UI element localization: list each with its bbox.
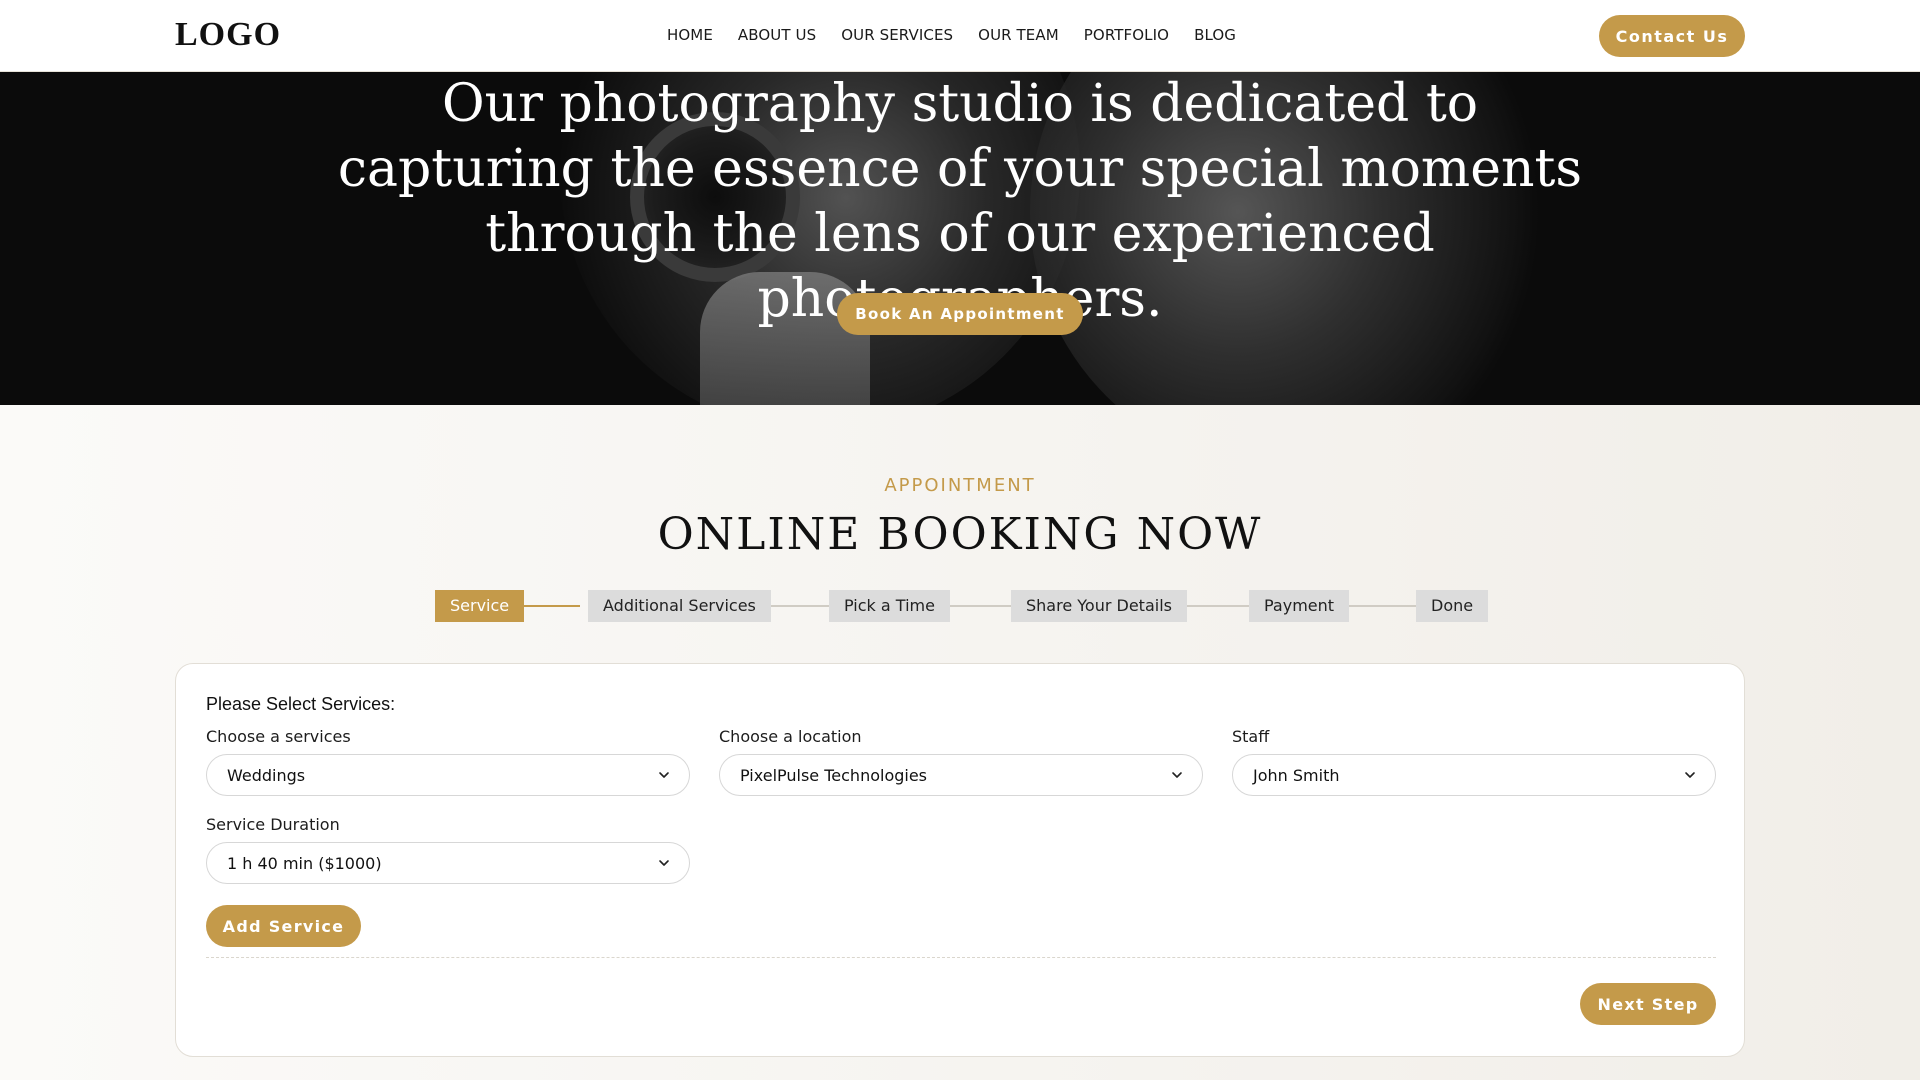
step-share-your-details[interactable]: Share Your Details (1011, 590, 1187, 622)
booking-steps: Service Additional Services Pick a Time … (435, 590, 1489, 622)
book-appointment-button[interactable]: Book An Appointment (837, 293, 1083, 335)
staff-select[interactable]: John Smith (1232, 754, 1716, 796)
step-connector (1344, 605, 1416, 607)
chevron-down-icon (1685, 772, 1695, 778)
location-select-value: PixelPulse Technologies (740, 766, 928, 785)
booking-section: APPOINTMENT ONLINE BOOKING NOW Service A… (0, 405, 1920, 1080)
form-heading: Please Select Services: (206, 694, 396, 714)
service-select-value: Weddings (227, 766, 306, 785)
duration-select-value: 1 h 40 min ($1000) (227, 854, 382, 873)
nav-our-services[interactable]: OUR SERVICES (841, 26, 953, 44)
location-label: Choose a location (719, 727, 862, 746)
staff-label: Staff (1232, 727, 1270, 746)
main-nav: HOME ABOUT US OUR SERVICES OUR TEAM PORT… (667, 26, 1236, 44)
chevron-down-icon (1172, 772, 1182, 778)
location-select[interactable]: PixelPulse Technologies (719, 754, 1203, 796)
nav-our-team[interactable]: OUR TEAM (978, 26, 1059, 44)
logo[interactable]: LOGO (175, 16, 281, 54)
chevron-down-icon (659, 772, 669, 778)
step-connector (1179, 605, 1251, 607)
nav-blog[interactable]: BLOG (1194, 26, 1236, 44)
next-step-button[interactable]: Next Step (1580, 983, 1716, 1025)
step-connector (518, 605, 580, 607)
section-eyebrow: APPOINTMENT (884, 475, 1036, 496)
form-divider (206, 957, 1716, 958)
contact-us-button[interactable]: Contact Us (1599, 15, 1745, 57)
nav-about-us[interactable]: ABOUT US (738, 26, 816, 44)
duration-select[interactable]: 1 h 40 min ($1000) (206, 842, 690, 884)
booking-form-card: Please Select Services: Choose a service… (175, 663, 1745, 1057)
section-title: ONLINE BOOKING NOW (657, 509, 1263, 560)
step-pick-a-time[interactable]: Pick a Time (829, 590, 950, 622)
duration-label: Service Duration (206, 815, 340, 834)
add-service-button[interactable]: Add Service (206, 905, 361, 947)
step-payment[interactable]: Payment (1249, 590, 1350, 622)
step-done[interactable]: Done (1416, 590, 1489, 622)
step-additional-services[interactable]: Additional Services (588, 590, 771, 622)
hero-banner: Our photography studio is dedicated to c… (0, 72, 1920, 405)
nav-portfolio[interactable]: PORTFOLIO (1084, 26, 1169, 44)
staff-select-value: John Smith (1253, 766, 1340, 785)
step-service[interactable]: Service (435, 590, 525, 622)
service-select[interactable]: Weddings (206, 754, 690, 796)
service-label: Choose a services (206, 727, 351, 746)
nav-home[interactable]: HOME (667, 26, 713, 44)
chevron-down-icon (659, 860, 669, 866)
navbar: LOGO HOME ABOUT US OUR SERVICES OUR TEAM… (0, 0, 1920, 72)
